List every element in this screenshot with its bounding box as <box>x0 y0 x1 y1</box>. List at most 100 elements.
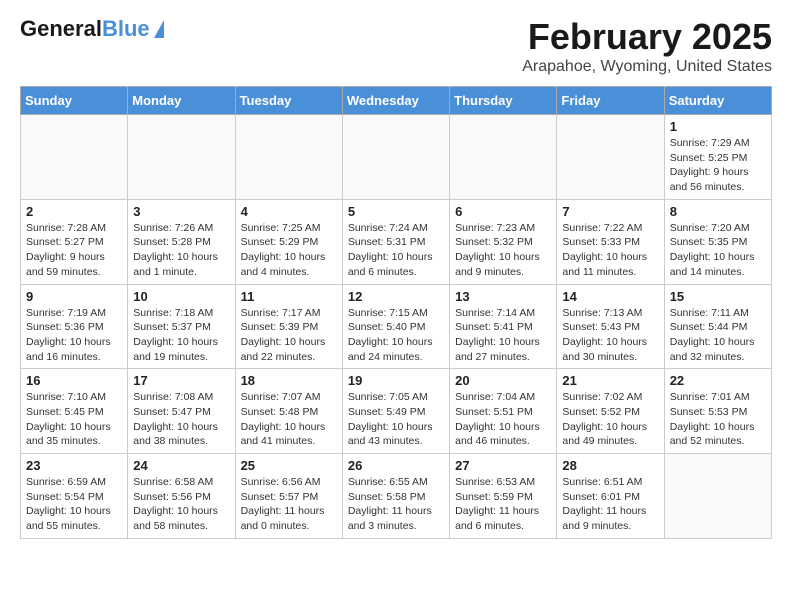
day-info-2-6: Sunrise: 7:11 AM Sunset: 5:44 PM Dayligh… <box>670 306 766 365</box>
logo: General Blue <box>20 16 164 42</box>
calendar-cell-2-4: 13 Sunrise: 7:14 AM Sunset: 5:41 PM Dayli… <box>450 284 557 369</box>
header-thursday: Thursday <box>450 87 557 115</box>
week-row-1: 2 Sunrise: 7:28 AM Sunset: 5:27 PM Daylig… <box>21 199 772 284</box>
day-number-1-4: 6 <box>455 204 551 219</box>
header-monday: Monday <box>128 87 235 115</box>
header-friday: Friday <box>557 87 664 115</box>
day-info-1-6: Sunrise: 7:20 AM Sunset: 5:35 PM Dayligh… <box>670 221 766 280</box>
day-info-3-6: Sunrise: 7:01 AM Sunset: 5:53 PM Dayligh… <box>670 390 766 449</box>
header-wednesday: Wednesday <box>342 87 449 115</box>
calendar-cell-2-2: 11 Sunrise: 7:17 AM Sunset: 5:39 PM Dayli… <box>235 284 342 369</box>
logo-blue: Blue <box>102 16 150 42</box>
page-container: General Blue February 2025 Arapahoe, Wyo… <box>0 0 792 559</box>
calendar-cell-4-4: 27 Sunrise: 6:53 AM Sunset: 5:59 PM Dayli… <box>450 454 557 539</box>
day-number-3-3: 19 <box>348 373 444 388</box>
day-info-3-1: Sunrise: 7:08 AM Sunset: 5:47 PM Dayligh… <box>133 390 229 449</box>
page-header: General Blue February 2025 Arapahoe, Wyo… <box>20 16 772 76</box>
day-number-4-1: 24 <box>133 458 229 473</box>
day-info-2-1: Sunrise: 7:18 AM Sunset: 5:37 PM Dayligh… <box>133 306 229 365</box>
calendar-cell-0-3 <box>342 115 449 200</box>
day-number-3-1: 17 <box>133 373 229 388</box>
calendar-cell-4-5: 28 Sunrise: 6:51 AM Sunset: 6:01 PM Dayli… <box>557 454 664 539</box>
day-info-1-4: Sunrise: 7:23 AM Sunset: 5:32 PM Dayligh… <box>455 221 551 280</box>
calendar-cell-4-3: 26Sunrise: 6:55 AM Sunset: 5:58 PM Dayli… <box>342 454 449 539</box>
calendar-cell-2-6: 15Sunrise: 7:11 AM Sunset: 5:44 PM Dayli… <box>664 284 771 369</box>
calendar-cell-1-3: 5 Sunrise: 7:24 AM Sunset: 5:31 PM Daylig… <box>342 199 449 284</box>
title-block: February 2025 Arapahoe, Wyoming, United … <box>522 16 772 76</box>
day-info-0-6: Sunrise: 7:29 AM Sunset: 5:25 PM Dayligh… <box>670 136 766 195</box>
day-number-1-2: 4 <box>241 204 337 219</box>
calendar-cell-2-0: 9 Sunrise: 7:19 AM Sunset: 5:36 PM Daylig… <box>21 284 128 369</box>
day-number-2-4: 13 <box>455 289 551 304</box>
day-number-1-0: 2 <box>26 204 122 219</box>
day-number-4-5: 28 <box>562 458 658 473</box>
day-info-4-4: Sunrise: 6:53 AM Sunset: 5:59 PM Dayligh… <box>455 475 551 534</box>
day-info-2-4: Sunrise: 7:14 AM Sunset: 5:41 PM Dayligh… <box>455 306 551 365</box>
week-row-4: 23 Sunrise: 6:59 AM Sunset: 5:54 PM Dayli… <box>21 454 772 539</box>
calendar-table: Sunday Monday Tuesday Wednesday Thursday… <box>20 86 772 539</box>
week-row-2: 9 Sunrise: 7:19 AM Sunset: 5:36 PM Daylig… <box>21 284 772 369</box>
calendar-cell-4-0: 23 Sunrise: 6:59 AM Sunset: 5:54 PM Dayli… <box>21 454 128 539</box>
day-number-3-5: 21 <box>562 373 658 388</box>
day-info-3-0: Sunrise: 7:10 AM Sunset: 5:45 PM Dayligh… <box>26 390 122 449</box>
calendar-cell-1-2: 4Sunrise: 7:25 AM Sunset: 5:29 PM Daylig… <box>235 199 342 284</box>
calendar-cell-1-6: 8Sunrise: 7:20 AM Sunset: 5:35 PM Daylig… <box>664 199 771 284</box>
calendar-cell-4-1: 24 Sunrise: 6:58 AM Sunset: 5:56 PM Dayli… <box>128 454 235 539</box>
day-number-4-2: 25 <box>241 458 337 473</box>
calendar-cell-4-2: 25 Sunrise: 6:56 AM Sunset: 5:57 PM Dayli… <box>235 454 342 539</box>
day-info-1-5: Sunrise: 7:22 AM Sunset: 5:33 PM Dayligh… <box>562 221 658 280</box>
logo-general: General <box>20 16 102 42</box>
header-saturday: Saturday <box>664 87 771 115</box>
page-subtitle: Arapahoe, Wyoming, United States <box>522 58 772 76</box>
calendar-cell-3-0: 16 Sunrise: 7:10 AM Sunset: 5:45 PM Dayli… <box>21 369 128 454</box>
day-info-3-5: Sunrise: 7:02 AM Sunset: 5:52 PM Dayligh… <box>562 390 658 449</box>
calendar-cell-1-5: 7 Sunrise: 7:22 AM Sunset: 5:33 PM Daylig… <box>557 199 664 284</box>
day-number-0-6: 1 <box>670 119 766 134</box>
day-info-2-2: Sunrise: 7:17 AM Sunset: 5:39 PM Dayligh… <box>241 306 337 365</box>
day-info-2-0: Sunrise: 7:19 AM Sunset: 5:36 PM Dayligh… <box>26 306 122 365</box>
day-number-1-5: 7 <box>562 204 658 219</box>
day-info-2-3: Sunrise: 7:15 AM Sunset: 5:40 PM Dayligh… <box>348 306 444 365</box>
day-number-3-0: 16 <box>26 373 122 388</box>
calendar-cell-2-3: 12 Sunrise: 7:15 AM Sunset: 5:40 PM Dayli… <box>342 284 449 369</box>
day-number-1-1: 3 <box>133 204 229 219</box>
calendar-cell-3-4: 20Sunrise: 7:04 AM Sunset: 5:51 PM Dayli… <box>450 369 557 454</box>
day-info-4-5: Sunrise: 6:51 AM Sunset: 6:01 PM Dayligh… <box>562 475 658 534</box>
day-number-2-3: 12 <box>348 289 444 304</box>
calendar-cell-0-2 <box>235 115 342 200</box>
calendar-cell-0-0 <box>21 115 128 200</box>
day-number-3-2: 18 <box>241 373 337 388</box>
calendar-cell-3-5: 21 Sunrise: 7:02 AM Sunset: 5:52 PM Dayli… <box>557 369 664 454</box>
calendar-cell-1-1: 3 Sunrise: 7:26 AM Sunset: 5:28 PM Daylig… <box>128 199 235 284</box>
day-number-4-0: 23 <box>26 458 122 473</box>
calendar-cell-2-1: 10 Sunrise: 7:18 AM Sunset: 5:37 PM Dayli… <box>128 284 235 369</box>
day-number-1-3: 5 <box>348 204 444 219</box>
week-row-0: 1 Sunrise: 7:29 AM Sunset: 5:25 PM Daylig… <box>21 115 772 200</box>
weekday-header-row: Sunday Monday Tuesday Wednesday Thursday… <box>21 87 772 115</box>
day-info-1-0: Sunrise: 7:28 AM Sunset: 5:27 PM Dayligh… <box>26 221 122 280</box>
day-info-1-1: Sunrise: 7:26 AM Sunset: 5:28 PM Dayligh… <box>133 221 229 280</box>
day-info-1-3: Sunrise: 7:24 AM Sunset: 5:31 PM Dayligh… <box>348 221 444 280</box>
day-number-2-1: 10 <box>133 289 229 304</box>
day-number-3-4: 20 <box>455 373 551 388</box>
calendar-cell-3-1: 17 Sunrise: 7:08 AM Sunset: 5:47 PM Dayli… <box>128 369 235 454</box>
day-number-2-2: 11 <box>241 289 337 304</box>
day-info-3-3: Sunrise: 7:05 AM Sunset: 5:49 PM Dayligh… <box>348 390 444 449</box>
calendar-cell-3-6: 22 Sunrise: 7:01 AM Sunset: 5:53 PM Dayli… <box>664 369 771 454</box>
day-info-4-1: Sunrise: 6:58 AM Sunset: 5:56 PM Dayligh… <box>133 475 229 534</box>
day-number-2-5: 14 <box>562 289 658 304</box>
calendar-cell-4-6 <box>664 454 771 539</box>
calendar-cell-3-3: 19 Sunrise: 7:05 AM Sunset: 5:49 PM Dayli… <box>342 369 449 454</box>
header-tuesday: Tuesday <box>235 87 342 115</box>
day-info-4-2: Sunrise: 6:56 AM Sunset: 5:57 PM Dayligh… <box>241 475 337 534</box>
day-number-4-4: 27 <box>455 458 551 473</box>
day-number-2-0: 9 <box>26 289 122 304</box>
page-title: February 2025 <box>522 16 772 58</box>
day-number-3-6: 22 <box>670 373 766 388</box>
calendar-cell-1-0: 2 Sunrise: 7:28 AM Sunset: 5:27 PM Daylig… <box>21 199 128 284</box>
header-sunday: Sunday <box>21 87 128 115</box>
calendar-cell-3-2: 18Sunrise: 7:07 AM Sunset: 5:48 PM Dayli… <box>235 369 342 454</box>
day-info-4-0: Sunrise: 6:59 AM Sunset: 5:54 PM Dayligh… <box>26 475 122 534</box>
calendar-cell-0-5 <box>557 115 664 200</box>
calendar-cell-2-5: 14Sunrise: 7:13 AM Sunset: 5:43 PM Dayli… <box>557 284 664 369</box>
